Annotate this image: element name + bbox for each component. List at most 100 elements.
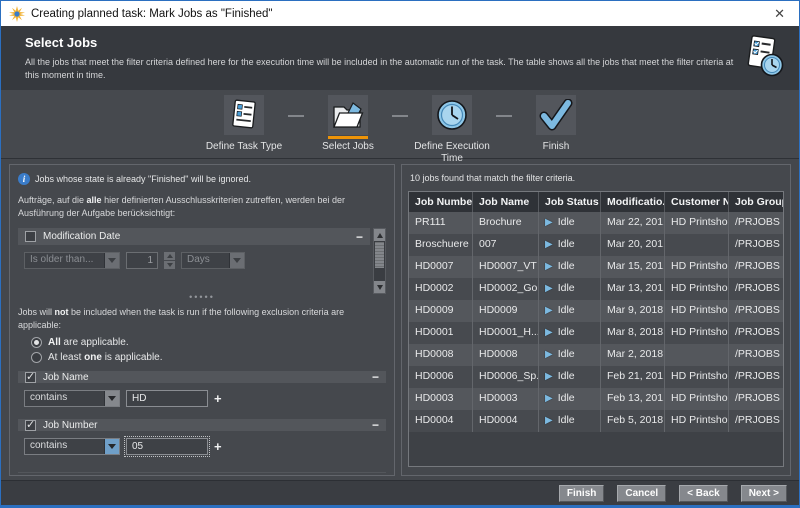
table-cell: HD0003 bbox=[409, 388, 473, 410]
next-button[interactable]: Next > bbox=[741, 485, 787, 502]
spinner-up-icon[interactable] bbox=[164, 252, 175, 260]
collapse-button[interactable]: − bbox=[372, 371, 379, 383]
collapse-button[interactable]: − bbox=[372, 419, 379, 431]
table-cell: /PRJOBS bbox=[729, 212, 783, 234]
dropdown-arrow-icon bbox=[229, 253, 244, 268]
radio-selected-icon[interactable] bbox=[31, 337, 42, 348]
step-define-task-type[interactable]: Define Task Type bbox=[200, 95, 288, 153]
button-bar: Finish Cancel < Back Next > bbox=[1, 480, 799, 505]
table-cell: HD0001_H... bbox=[473, 322, 539, 344]
criterion-header-job-name[interactable]: ✓ Job Name − bbox=[18, 371, 386, 383]
table-cell: /PRJOBS bbox=[729, 410, 783, 432]
table-cell: /PRJOBS bbox=[729, 234, 783, 256]
step-define-execution-time[interactable]: Define Execution Time bbox=[408, 95, 496, 164]
unit-select[interactable]: Days bbox=[181, 252, 245, 269]
modification-date-controls: Is older than... Days bbox=[18, 245, 370, 277]
job-number-value-input[interactable] bbox=[126, 438, 208, 455]
table-cell: ▶Idle bbox=[539, 278, 601, 300]
jobs-found-summary: 10 jobs found that match the filter crit… bbox=[410, 173, 782, 183]
column-header[interactable]: Job Number bbox=[409, 192, 473, 212]
table-row[interactable]: Broschuere007▶IdleMar 20, 201.../PRJOBS bbox=[409, 234, 783, 256]
date-operator-select[interactable]: Is older than... bbox=[24, 252, 120, 269]
radio-unselected-icon[interactable] bbox=[31, 352, 42, 363]
criteria-scrollbar[interactable] bbox=[373, 228, 386, 294]
step-finish[interactable]: Finish bbox=[512, 95, 600, 153]
table-cell: HD0006 bbox=[409, 366, 473, 388]
criterion-label: Modification Date bbox=[43, 231, 120, 242]
checkbox-unchecked-icon[interactable]: ✓ bbox=[25, 231, 36, 242]
checkbox-checked-icon[interactable]: ✓ bbox=[25, 372, 36, 383]
table-cell: HD Printshop bbox=[665, 278, 729, 300]
back-button[interactable]: < Back bbox=[679, 485, 728, 502]
table-row[interactable]: HD0003HD0003▶IdleFeb 13, 201...HD Prints… bbox=[409, 388, 783, 410]
amount-input[interactable] bbox=[126, 252, 158, 269]
collapse-button[interactable]: − bbox=[356, 231, 363, 243]
step-underline bbox=[536, 136, 576, 139]
table-cell: /PRJOBS bbox=[729, 344, 783, 366]
radio-at-least-one[interactable]: At least one is applicable. bbox=[31, 352, 386, 363]
spinner-down-icon[interactable] bbox=[164, 261, 175, 269]
info-note: i Jobs whose state is already "Finished"… bbox=[18, 173, 386, 185]
filter-criteria-panel: i Jobs whose state is already "Finished"… bbox=[9, 164, 395, 476]
table-row[interactable]: HD0006HD0006_Sp...▶IdleFeb 21, 201...HD … bbox=[409, 366, 783, 388]
radio-all-applicable[interactable]: All are applicable. bbox=[31, 337, 386, 348]
table-row[interactable]: HD0008HD0008▶IdleMar 2, 2018 .../PRJOBS bbox=[409, 344, 783, 366]
job-name-controls: contains + bbox=[18, 383, 386, 415]
dialog-window: Creating planned task: Mark Jobs as "Fin… bbox=[0, 0, 800, 508]
column-header[interactable]: Job Name bbox=[473, 192, 539, 212]
dropdown-arrow-icon bbox=[104, 391, 119, 406]
step-select-jobs[interactable]: Select Jobs bbox=[304, 95, 392, 153]
status-text: Idle bbox=[558, 326, 575, 338]
step-connector bbox=[496, 115, 512, 117]
status-text: Idle bbox=[558, 414, 575, 426]
job-number-controls: contains + bbox=[18, 431, 386, 463]
add-condition-button[interactable]: + bbox=[214, 392, 222, 405]
scroll-up-icon[interactable] bbox=[374, 229, 385, 241]
table-cell: HD0008 bbox=[473, 344, 539, 366]
column-header[interactable]: Customer N... bbox=[665, 192, 729, 212]
idle-status-icon: ▶ bbox=[545, 415, 553, 426]
matching-jobs-panel: 10 jobs found that match the filter crit… bbox=[401, 164, 791, 476]
active-step-underline bbox=[328, 136, 368, 139]
criterion-header-modification-date[interactable]: ✓ Modification Date − bbox=[18, 228, 370, 245]
table-row[interactable]: HD0009HD0009▶IdleMar 9, 2018 ...HD Print… bbox=[409, 300, 783, 322]
finish-button[interactable]: Finish bbox=[559, 485, 604, 502]
table-row[interactable]: HD0004HD0004▶IdleFeb 5, 2018 ...HD Print… bbox=[409, 410, 783, 432]
amount-stepper[interactable] bbox=[164, 252, 175, 269]
scroll-down-icon[interactable] bbox=[374, 281, 385, 293]
job-number-operator-select[interactable]: contains bbox=[24, 438, 120, 455]
status-text: Idle bbox=[558, 304, 575, 316]
job-name-value-input[interactable] bbox=[126, 390, 208, 407]
table-cell: HD Printshop bbox=[665, 212, 729, 234]
idle-status-icon: ▶ bbox=[545, 305, 553, 316]
table-row[interactable]: HD0007HD0007_VT▶IdleMar 15, 201...HD Pri… bbox=[409, 256, 783, 278]
table-cell: ▶Idle bbox=[539, 388, 601, 410]
idle-status-icon: ▶ bbox=[545, 349, 553, 360]
table-cell: Brochure bbox=[473, 212, 539, 234]
column-header[interactable]: Job Status bbox=[539, 192, 601, 212]
table-row[interactable]: HD0001HD0001_H...▶IdleMar 8, 2018 ...HD … bbox=[409, 322, 783, 344]
finish-icon bbox=[536, 95, 576, 135]
table-cell: /PRJOBS bbox=[729, 256, 783, 278]
table-row[interactable]: PR111Brochure▶IdleMar 22, 201...HD Print… bbox=[409, 212, 783, 234]
inclusion-criteria-list: ✓ Modification Date − Is older than... bbox=[18, 228, 386, 294]
table-cell: Feb 5, 2018 ... bbox=[601, 410, 665, 432]
cancel-button[interactable]: Cancel bbox=[617, 485, 666, 502]
table-cell: HD0002_Go... bbox=[473, 278, 539, 300]
table-cell: HD Printshop bbox=[665, 300, 729, 322]
dropdown-arrow-icon bbox=[104, 253, 119, 268]
column-header[interactable]: Job Group bbox=[729, 192, 783, 212]
table-row[interactable]: HD0002HD0002_Go...▶IdleMar 13, 201...HD … bbox=[409, 278, 783, 300]
job-name-operator-select[interactable]: contains bbox=[24, 390, 120, 407]
column-header[interactable]: Modificatio... bbox=[601, 192, 665, 212]
close-button[interactable]: ✕ bbox=[764, 1, 795, 26]
checkbox-checked-icon[interactable]: ✓ bbox=[25, 420, 36, 431]
criterion-header-job-number[interactable]: ✓ Job Number − bbox=[18, 419, 386, 431]
table-cell: HD Printshop bbox=[665, 366, 729, 388]
idle-status-icon: ▶ bbox=[545, 283, 553, 294]
table-cell: HD0007 bbox=[409, 256, 473, 278]
scrollbar-thumb[interactable] bbox=[375, 242, 384, 268]
add-condition-button[interactable]: + bbox=[214, 440, 222, 453]
idle-status-icon: ▶ bbox=[545, 327, 553, 338]
table-cell: Mar 15, 201... bbox=[601, 256, 665, 278]
